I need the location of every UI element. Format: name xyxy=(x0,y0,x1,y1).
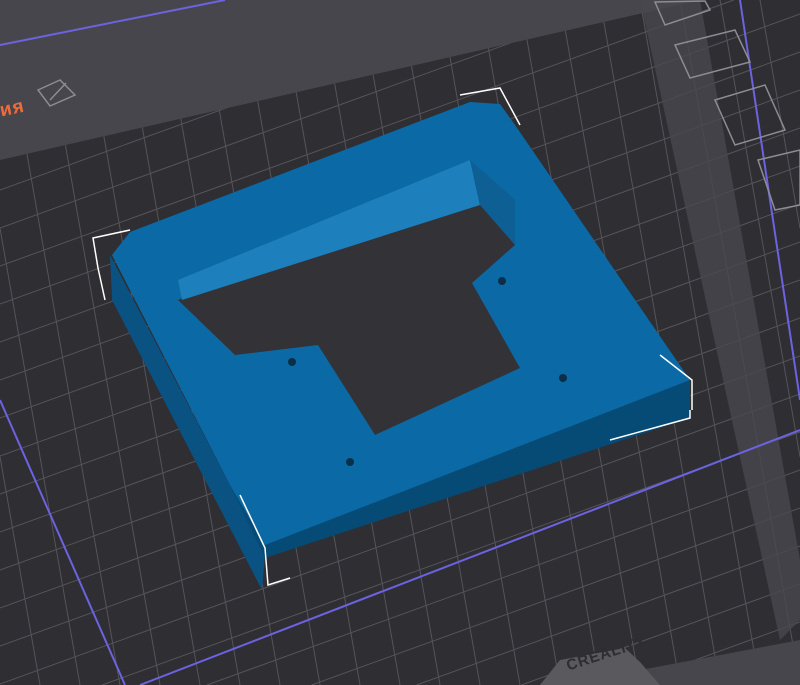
grid-line xyxy=(0,0,315,115)
edit-icon[interactable] xyxy=(36,79,77,107)
screw-hole xyxy=(288,358,296,366)
screw-hole xyxy=(498,277,506,285)
screw-hole xyxy=(346,458,354,466)
grid-line xyxy=(0,0,105,39)
grid-line xyxy=(730,659,800,685)
3d-viewport[interactable] xyxy=(0,0,800,685)
screw-hole xyxy=(559,374,567,382)
